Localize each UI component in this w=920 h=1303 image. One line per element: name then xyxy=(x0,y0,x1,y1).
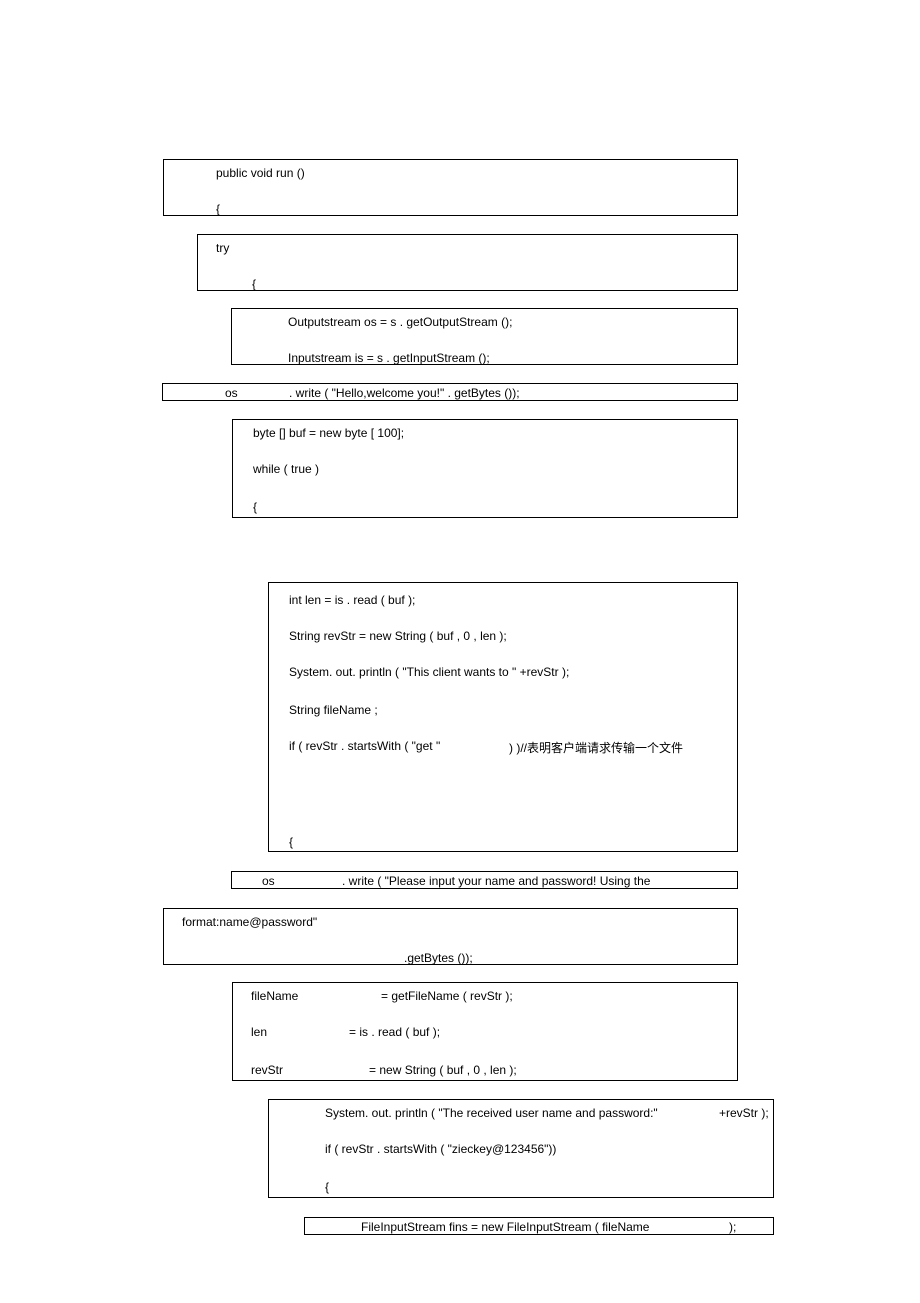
code-text: Outputstream os = s . getOutputStream ()… xyxy=(288,315,512,329)
code-box: FileInputStream fins = new FileInputStre… xyxy=(304,1217,774,1235)
code-box: fileName = getFileName ( revStr ); len =… xyxy=(232,982,738,1081)
code-text: try xyxy=(216,241,229,255)
code-text: . write ( "Please input your name and pa… xyxy=(342,874,650,888)
code-text: revStr xyxy=(251,1063,283,1077)
code-box: os . write ( "Hello,welcome you!" . getB… xyxy=(162,383,738,401)
code-text: os xyxy=(225,386,238,400)
code-text: { xyxy=(289,835,293,849)
code-text: os xyxy=(262,874,275,888)
code-text: System. out. println ( "This client want… xyxy=(289,665,569,679)
code-text: { xyxy=(252,277,256,291)
code-document-page: public void run () { try { Outputstream … xyxy=(0,0,920,1303)
code-text: len xyxy=(251,1025,267,1039)
code-text: ); xyxy=(729,1220,736,1234)
code-text: . write ( "Hello,welcome you!" . getByte… xyxy=(289,386,520,400)
code-box: System. out. println ( "The received use… xyxy=(268,1099,774,1198)
code-text: if ( revStr . startsWith ( "zieckey@1234… xyxy=(325,1142,556,1156)
code-text: int len = is . read ( buf ); xyxy=(289,593,415,607)
code-text: format:name@password" xyxy=(182,915,317,929)
code-text: .getBytes ()); xyxy=(404,951,473,965)
code-text: if ( revStr . startsWith ( "get " xyxy=(289,739,440,753)
code-box: os . write ( "Please input your name and… xyxy=(231,871,738,889)
code-box: try { xyxy=(197,234,738,291)
code-text: = new String ( buf , 0 , len ); xyxy=(369,1063,517,1077)
code-box: format:name@password" .getBytes ()); xyxy=(163,908,738,965)
code-text: byte [] buf = new byte [ 100]; xyxy=(253,426,404,440)
code-text: ) )//表明客户端请求传输一个文件 xyxy=(509,739,683,756)
code-box: byte [] buf = new byte [ 100]; while ( t… xyxy=(232,419,738,518)
code-text: { xyxy=(216,202,220,216)
code-text: String fileName ; xyxy=(289,703,378,717)
code-text: String revStr = new String ( buf , 0 , l… xyxy=(289,629,507,643)
code-box: int len = is . read ( buf ); String revS… xyxy=(268,582,738,852)
code-text: System. out. println ( "The received use… xyxy=(325,1106,658,1120)
code-text: +revStr ); xyxy=(719,1106,769,1120)
code-text: = getFileName ( revStr ); xyxy=(381,989,513,1003)
code-box: public void run () { xyxy=(163,159,738,216)
code-text: { xyxy=(325,1180,329,1194)
code-text: Inputstream is = s . getInputStream (); xyxy=(288,351,490,365)
code-text: fileName xyxy=(251,989,298,1003)
code-text: while ( true ) xyxy=(253,462,319,476)
code-text: = is . read ( buf ); xyxy=(349,1025,440,1039)
code-text: public void run () xyxy=(216,166,305,180)
code-text: FileInputStream fins = new FileInputStre… xyxy=(361,1220,649,1234)
code-box: Outputstream os = s . getOutputStream ()… xyxy=(231,308,738,365)
code-text: { xyxy=(253,500,257,514)
